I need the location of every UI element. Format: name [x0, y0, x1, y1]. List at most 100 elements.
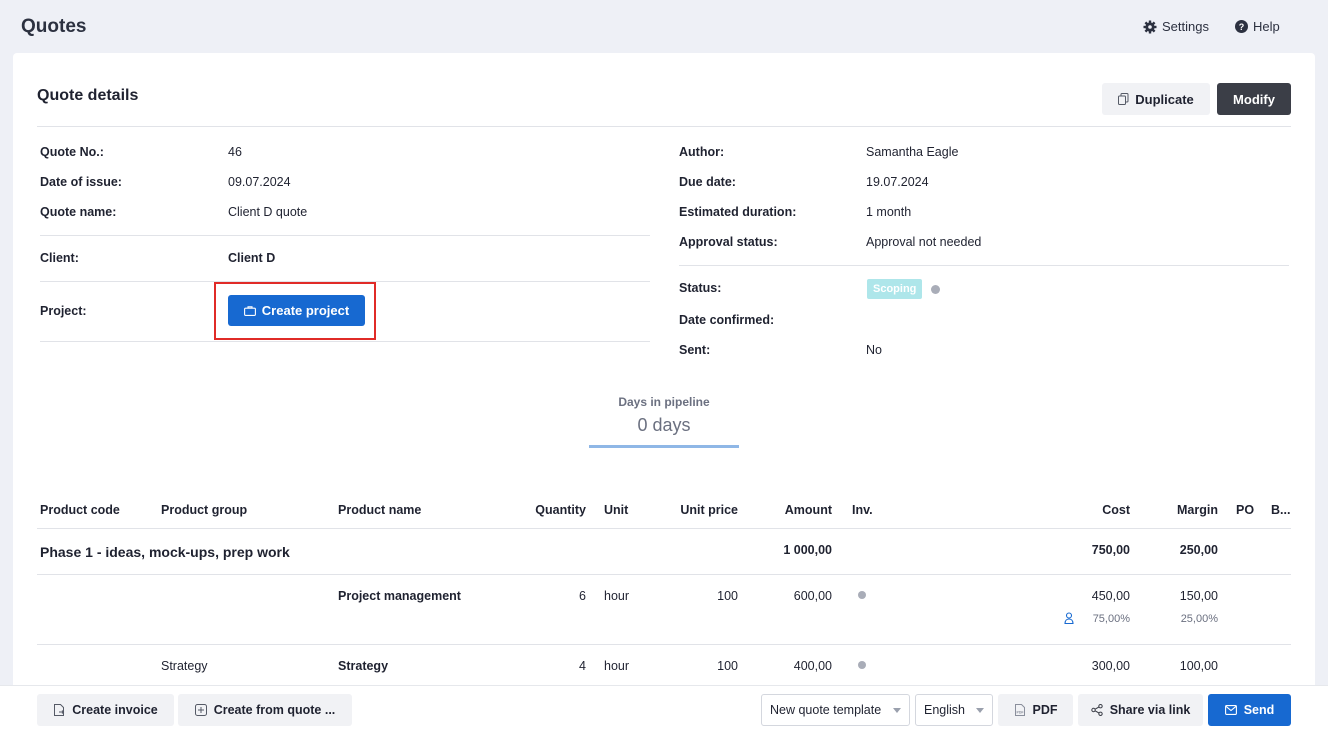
col-unit[interactable]: Unit [604, 503, 628, 517]
estimated-duration-value: 1 month [866, 205, 912, 219]
divider [37, 528, 1291, 529]
svg-text:PDF: PDF [1016, 711, 1024, 715]
row-cost: 450,00 [1091, 589, 1130, 603]
divider [37, 126, 1291, 127]
pipeline-underline [589, 445, 739, 448]
quote-name-value: Client D quote [228, 205, 308, 219]
inv-status-dot [858, 591, 866, 599]
col-cost[interactable]: Cost [1050, 503, 1130, 517]
divider [40, 341, 650, 342]
divider [37, 574, 1291, 575]
pipeline-label: Days in pipeline [618, 395, 710, 409]
col-margin[interactable]: Margin [1138, 503, 1218, 517]
top-bar: Quotes Settings ? Help [0, 0, 1328, 52]
create-invoice-label: Create invoice [72, 703, 158, 717]
modify-label: Modify [1233, 91, 1275, 107]
quote-details-card: Quote details Duplicate Modify Quote No.… [13, 53, 1315, 693]
pipeline-value: 0 days [637, 415, 691, 435]
duplicate-button[interactable]: Duplicate [1102, 83, 1210, 115]
svg-text:?: ? [1239, 22, 1245, 32]
row-quantity: 4 [579, 659, 586, 673]
duplicate-label: Duplicate [1135, 91, 1194, 107]
chevron-down-icon [976, 708, 984, 713]
settings-label: Settings [1162, 19, 1209, 34]
col-product-code[interactable]: Product code [40, 503, 120, 517]
col-b[interactable]: B... [1271, 503, 1290, 517]
row-amount: 400,00 [793, 659, 832, 673]
divider [679, 265, 1289, 266]
language-select-value: English [924, 703, 965, 717]
create-from-quote-label: Create from quote ... [213, 703, 336, 717]
mail-icon [1224, 705, 1237, 715]
invoice-icon [54, 704, 65, 716]
language-select[interactable]: English [915, 694, 993, 726]
quote-name-label: Quote name: [40, 205, 117, 219]
share-label: Share via link [1109, 703, 1191, 717]
col-amount[interactable]: Amount [752, 503, 832, 517]
card-title: Quote details [37, 87, 139, 104]
row-cost: 300,00 [1091, 659, 1130, 673]
pdf-button[interactable]: PDF PDF [998, 694, 1073, 726]
copy-icon [1118, 93, 1129, 105]
col-product-group[interactable]: Product group [161, 503, 247, 517]
client-label: Client: [40, 251, 79, 265]
col-po[interactable]: PO [1236, 503, 1254, 517]
help-link[interactable]: ? Help [1235, 19, 1280, 34]
date-of-issue-label: Date of issue: [40, 175, 122, 189]
send-button[interactable]: Send [1208, 694, 1291, 726]
due-date-label: Due date: [679, 175, 736, 189]
row-unit: hour [604, 589, 630, 603]
row-unit-price: 100 [717, 659, 738, 673]
col-product-name[interactable]: Product name [338, 503, 421, 517]
highlight-box [214, 282, 376, 340]
project-label: Project: [40, 304, 87, 318]
author-label: Author: [679, 145, 725, 159]
template-select-value: New quote template [770, 703, 882, 717]
phase-name: Phase 1 - ideas, mock-ups, prep work [40, 544, 290, 560]
row-unit: hour [604, 659, 630, 673]
approval-status-value: Approval not needed [866, 235, 982, 249]
bottom-action-bar: Create invoice Create from quote ... New… [0, 685, 1328, 731]
share-icon [1090, 704, 1103, 716]
phase-cost: 750,00 [1091, 543, 1130, 557]
row-margin: 100,00 [1179, 659, 1218, 673]
row-product-name: Strategy [338, 659, 389, 673]
modify-button[interactable]: Modify [1217, 83, 1291, 115]
settings-link[interactable]: Settings [1143, 19, 1209, 34]
due-date-value: 19.07.2024 [866, 175, 929, 189]
col-quantity[interactable]: Quantity [506, 503, 586, 517]
row-product-group: Strategy [161, 659, 208, 673]
create-from-quote-button[interactable]: Create from quote ... [178, 694, 352, 726]
chevron-down-icon [893, 708, 901, 713]
create-invoice-button[interactable]: Create invoice [37, 694, 174, 726]
help-icon: ? [1235, 20, 1248, 33]
divider [37, 644, 1291, 645]
status-dot [931, 285, 940, 294]
col-inv[interactable]: Inv. [852, 503, 873, 517]
row-unit-price: 100 [717, 589, 738, 603]
share-via-link-button[interactable]: Share via link [1078, 694, 1203, 726]
date-confirmed-label: Date confirmed: [679, 313, 775, 327]
row-margin-percent: 25,00% [1180, 613, 1218, 625]
author-value: Samantha Eagle [866, 145, 959, 159]
row-cost-percent: 75,00% [1092, 613, 1130, 625]
status-badge[interactable]: Scoping [867, 279, 923, 299]
phase-margin: 250,00 [1179, 543, 1218, 557]
col-unit-price[interactable]: Unit price [658, 503, 738, 517]
client-value: Client D [228, 251, 276, 265]
divider [40, 235, 650, 236]
status-label: Status: [679, 281, 722, 295]
page-title: Quotes [21, 16, 87, 37]
pdf-label: PDF [1032, 703, 1058, 717]
gear-icon [1143, 20, 1157, 33]
template-select[interactable]: New quote template [761, 694, 910, 726]
approval-status-label: Approval status: [679, 235, 778, 249]
row-quantity: 6 [579, 589, 586, 603]
estimated-duration-label: Estimated duration: [679, 205, 797, 219]
row-amount: 600,00 [793, 589, 832, 603]
phase-amount: 1 000,00 [783, 543, 832, 557]
row-margin: 150,00 [1179, 589, 1218, 603]
help-label: Help [1253, 19, 1280, 34]
send-label: Send [1243, 703, 1275, 717]
pdf-icon: PDF [1014, 704, 1025, 716]
